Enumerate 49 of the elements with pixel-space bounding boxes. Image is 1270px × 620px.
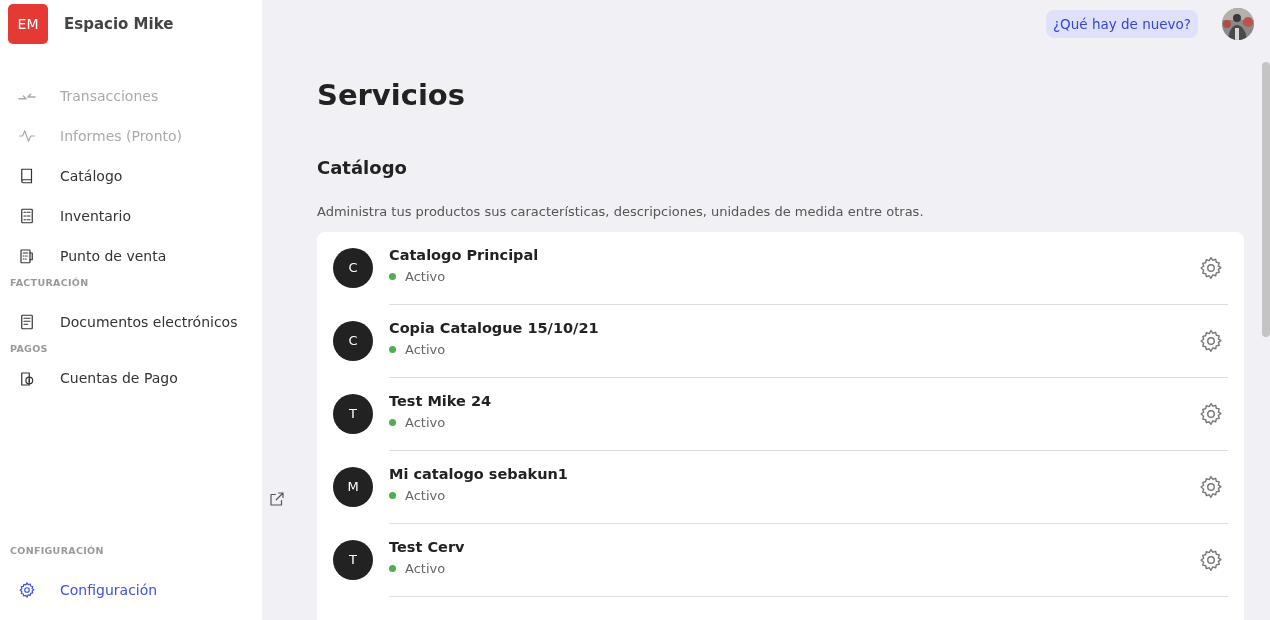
document-icon xyxy=(18,313,36,332)
nav-item[interactable]: Configuración xyxy=(0,570,262,610)
section-heading: PAGOS xyxy=(9,342,49,357)
settings-button[interactable] xyxy=(1198,327,1224,354)
nav-item[interactable]: Catálogo xyxy=(0,156,262,196)
status-dot xyxy=(389,346,396,354)
status-dot xyxy=(389,419,396,427)
status-label: Activo xyxy=(405,560,446,578)
settings-button[interactable] xyxy=(1198,546,1224,573)
status-label: Activo xyxy=(405,487,446,505)
status-label: Activo xyxy=(405,341,446,359)
status-label: Activo xyxy=(405,268,446,286)
workspace-name: Espacio Mike xyxy=(64,13,174,35)
catalog-avatar: C xyxy=(333,320,373,361)
catalog-name[interactable]: Copia Catalogue 15/10/21 xyxy=(389,318,1198,340)
arrows-icon xyxy=(18,92,36,100)
register-icon xyxy=(18,247,36,265)
status-dot xyxy=(389,565,396,573)
catalog-avatar: M xyxy=(333,466,373,507)
section-title: Catálogo xyxy=(317,156,408,179)
nav-item[interactable]: Inventario xyxy=(0,196,262,236)
list-icon xyxy=(18,207,36,225)
section-heading: FACTURACIÓN xyxy=(9,276,90,290)
section-description: Administra tus productos sus características, descripciones, unidades de medida entre otras. xyxy=(317,203,925,222)
catalog-avatar: T xyxy=(333,539,373,580)
catalog-avatar: C xyxy=(333,247,373,288)
workspace-logo: EM xyxy=(8,4,48,44)
whats-new-button[interactable]: ¿Qué hay de nuevo? xyxy=(1045,9,1198,39)
catalog-name[interactable]: Test Cerv xyxy=(389,537,1198,559)
status-dot xyxy=(389,273,396,281)
catalog-name[interactable]: Test Mike 24 xyxy=(389,391,1198,413)
section-heading: CONFIGURACIÓN xyxy=(9,543,105,558)
status-dot xyxy=(389,492,396,500)
settings-button[interactable] xyxy=(1198,400,1224,427)
nav-item[interactable]: Cuentas de Pago xyxy=(0,358,262,399)
user-avatar[interactable] xyxy=(1222,8,1254,40)
page-title: Servicios xyxy=(317,78,467,113)
scrollbar-thumb[interactable] xyxy=(1262,62,1270,337)
catalog-avatar: T xyxy=(333,393,373,434)
nav-item[interactable]: Documentos electrónicos xyxy=(0,302,262,343)
catalog-name[interactable]: Catalogo Principal xyxy=(389,245,1198,267)
settings-button[interactable] xyxy=(1198,473,1224,500)
settings-button[interactable] xyxy=(1198,254,1224,281)
settings-icon xyxy=(18,581,36,599)
wallet-icon xyxy=(18,369,36,388)
pulse-icon xyxy=(18,127,36,145)
catalog-name[interactable]: Mi catalogo sebakun1 xyxy=(389,464,1198,486)
status-label: Activo xyxy=(405,414,446,432)
nav-item[interactable]: Punto de venta xyxy=(0,236,262,276)
